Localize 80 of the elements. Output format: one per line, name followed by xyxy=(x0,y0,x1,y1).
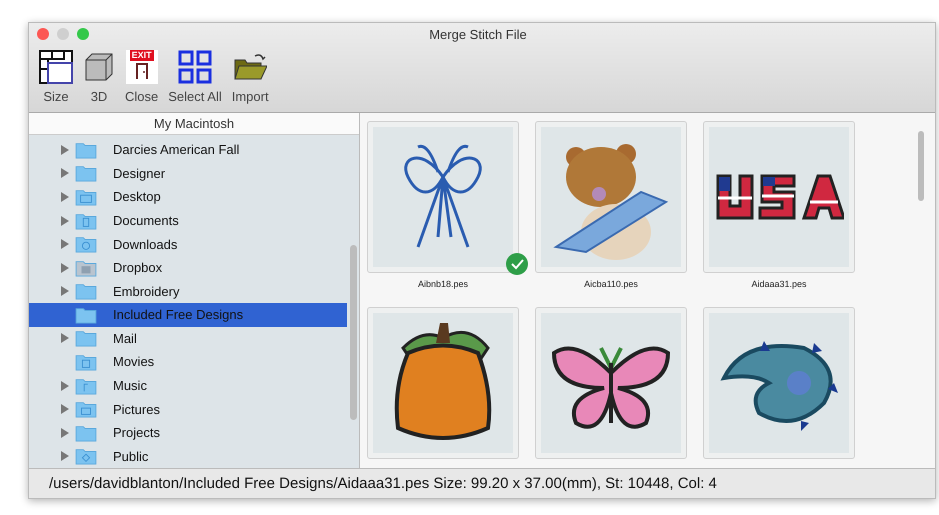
folder-icon xyxy=(75,164,97,182)
folder-name: Downloads xyxy=(113,236,178,252)
disclosure-triangle-icon[interactable] xyxy=(61,239,69,250)
folder-name: Documents xyxy=(113,213,179,228)
sidebar-header: My Macintosh xyxy=(29,113,359,135)
folder-name: Movies xyxy=(113,354,154,370)
file-name: Aicba110.pes xyxy=(584,279,638,291)
folder-icon xyxy=(75,235,97,254)
folder-name: Mail xyxy=(113,330,137,346)
scrollbar-thumb[interactable] xyxy=(350,245,356,420)
folder-icon xyxy=(75,352,97,371)
folder-name: Darcies American Fall xyxy=(113,142,240,158)
folder-name: Included Free Designs xyxy=(113,307,244,322)
file-name: Aidaaa31.pes xyxy=(751,279,807,291)
scrollbar-thumb[interactable] xyxy=(918,131,924,201)
sidebar-item[interactable]: Desktop xyxy=(29,185,347,209)
toolbar-button[interactable]: Select All xyxy=(166,49,224,104)
sidebar-item[interactable]: Public xyxy=(29,444,347,468)
disclosure-triangle-icon[interactable] xyxy=(61,428,69,438)
folder-icon xyxy=(233,52,268,82)
folder-icon xyxy=(75,306,97,324)
disclosure-triangle-icon[interactable] xyxy=(61,451,69,462)
disclosure-triangle-icon[interactable] xyxy=(61,333,69,344)
toolbar-button[interactable]: Size xyxy=(37,49,75,104)
folder-icon xyxy=(75,376,97,395)
cube-icon xyxy=(84,52,114,82)
disclosure-triangle-icon[interactable] xyxy=(61,168,69,178)
sidebar-item[interactable]: Darcies American Fall xyxy=(29,138,347,162)
disclosure-triangle-icon[interactable] xyxy=(61,216,69,226)
file-name: Aibnb18.pes xyxy=(418,279,468,291)
folder-icon xyxy=(75,188,97,206)
disclosure-triangle-icon[interactable] xyxy=(61,404,69,414)
design-thumbnail[interactable] xyxy=(367,121,519,273)
disclosure-triangle-icon[interactable] xyxy=(61,192,69,202)
folder-name: Public xyxy=(113,448,148,464)
window-title: Merge Stitch File xyxy=(428,26,528,42)
toolbar-button[interactable]: Import xyxy=(230,49,271,104)
design-thumbnail[interactable] xyxy=(535,121,687,273)
status-bar: /users/davidblanton/Included Free Designs/Aidaaa31.pes Size: 99.20 x 37.00(mm), St: 10448, Col: 4 xyxy=(29,468,935,498)
toolbar-button[interactable]: EXIT Close xyxy=(123,49,160,104)
design-thumbnail[interactable] xyxy=(703,307,855,459)
sidebar-item[interactable]: Music xyxy=(29,374,347,398)
folder-name: Music xyxy=(113,378,147,394)
folder-name: Dropbox xyxy=(113,260,162,276)
design-thumbnail[interactable] xyxy=(703,121,855,273)
sidebar-item[interactable]: Downloads xyxy=(29,232,347,256)
folder-name: Pictures xyxy=(113,402,160,417)
sidebar-item[interactable]: Designer xyxy=(29,162,347,186)
grid-icon xyxy=(178,50,212,84)
folder-name: Embroidery xyxy=(113,284,180,299)
sidebar-item[interactable]: Pictures xyxy=(29,397,347,421)
sidebar-item[interactable]: Projects xyxy=(29,420,347,445)
sidebar-item[interactable]: Mail xyxy=(29,326,347,350)
folder-icon xyxy=(75,400,97,418)
folder-icon xyxy=(75,258,97,277)
frames-icon xyxy=(39,50,73,84)
folder-icon xyxy=(75,282,97,300)
sidebar-item[interactable]: Movies xyxy=(29,350,347,374)
disclosure-triangle-icon[interactable] xyxy=(61,286,69,296)
design-thumbnail[interactable] xyxy=(535,307,687,459)
door-icon xyxy=(134,61,150,79)
disclosure-triangle-icon[interactable] xyxy=(61,380,69,391)
toolbar-button[interactable]: 3D xyxy=(81,49,117,104)
design-thumbnail[interactable] xyxy=(367,307,519,459)
folder-name: Projects xyxy=(113,425,160,440)
folder-icon xyxy=(75,140,97,159)
folder-icon xyxy=(75,329,97,348)
sidebar-item[interactable]: Documents xyxy=(29,208,347,232)
folder-name: Designer xyxy=(113,166,166,181)
exit-label: EXIT xyxy=(130,50,154,61)
folder-name: Desktop xyxy=(113,189,161,204)
sidebar-item[interactable]: Dropbox xyxy=(29,256,347,280)
close-button[interactable] xyxy=(37,28,49,40)
folder-icon xyxy=(75,424,97,442)
zoom-button[interactable] xyxy=(77,28,89,40)
folder-icon xyxy=(75,447,97,466)
folder-icon xyxy=(75,212,97,230)
sidebar-item[interactable]: Embroidery xyxy=(29,279,347,304)
disclosure-triangle-icon[interactable] xyxy=(61,262,69,273)
disclosure-triangle-icon[interactable] xyxy=(61,144,69,155)
